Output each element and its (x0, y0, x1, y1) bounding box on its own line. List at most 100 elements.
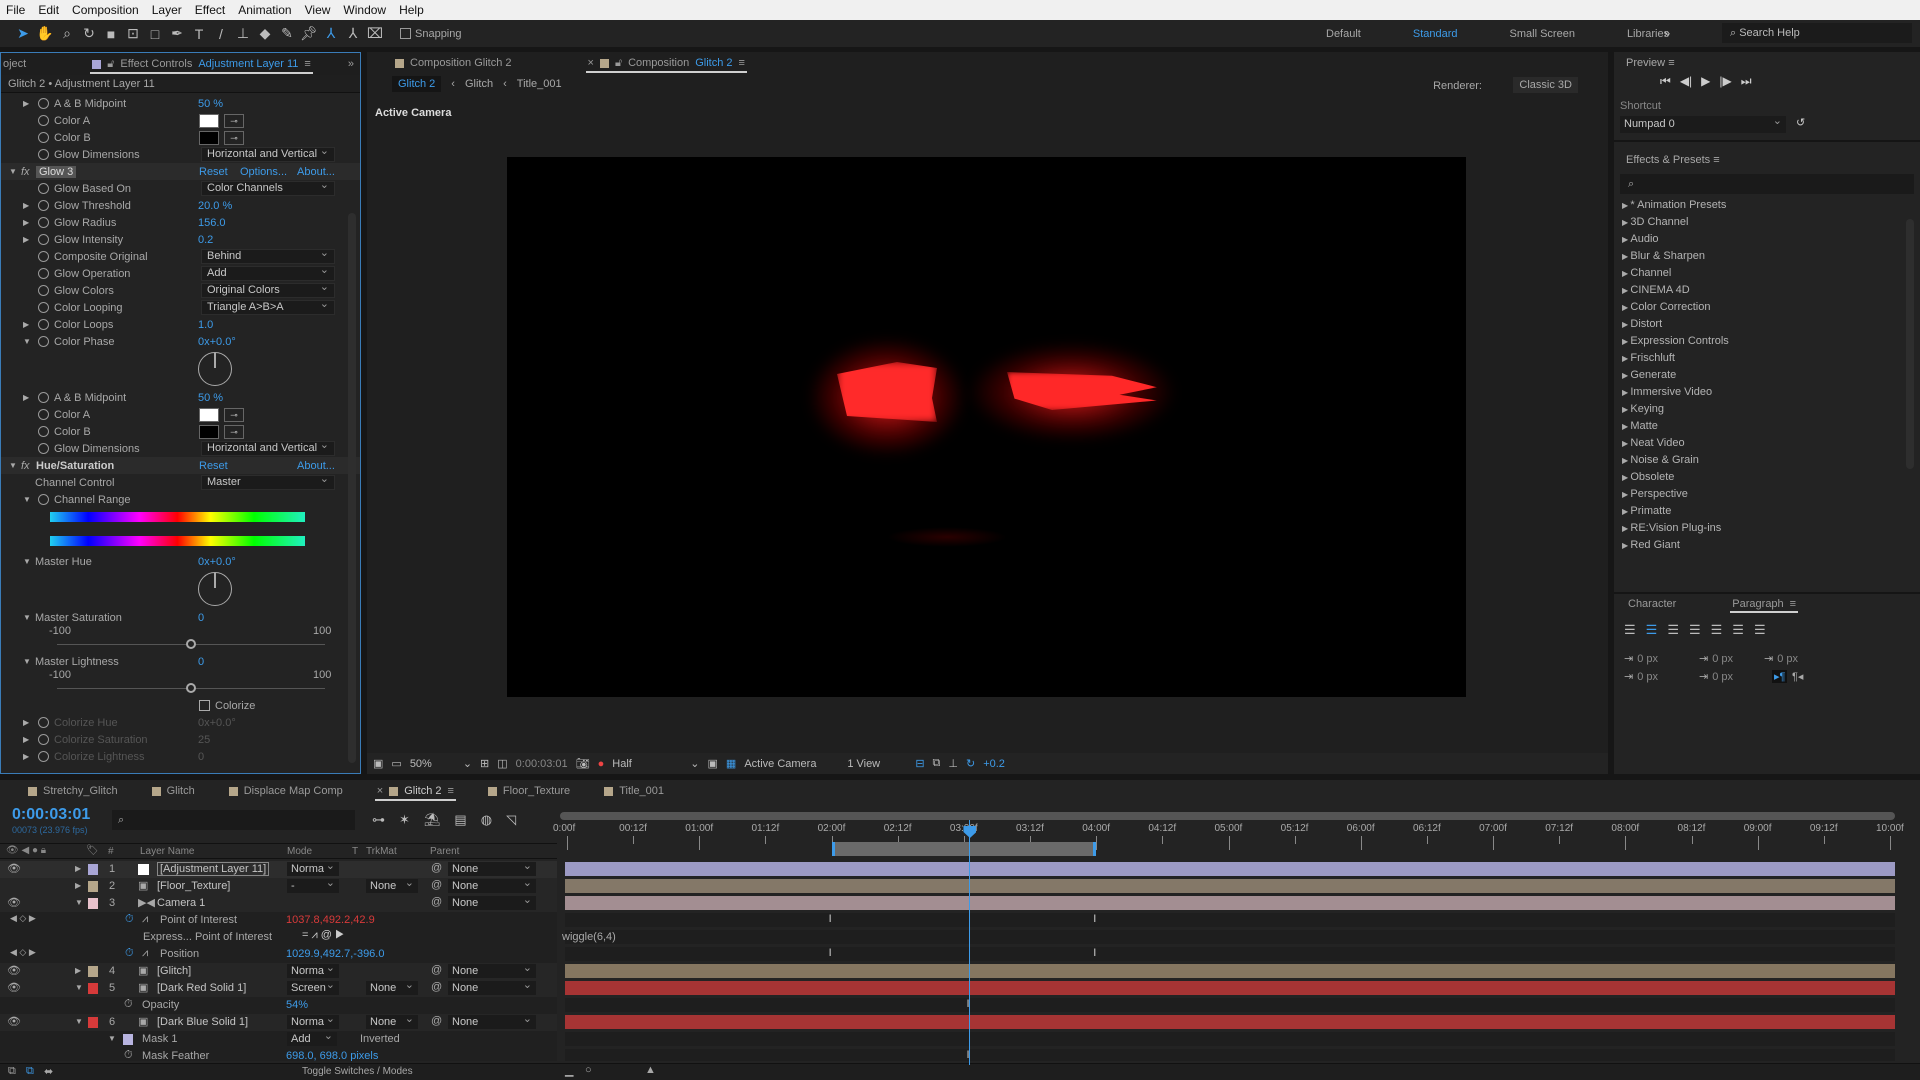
justify-last-right-icon[interactable]: ☰ (1732, 622, 1744, 638)
label-color[interactable] (88, 898, 98, 909)
effect-row-glow-dimensions[interactable]: Glow Dimensions Horizontal and Vertical (1, 145, 360, 163)
label-color[interactable] (88, 864, 98, 875)
stopwatch-icon[interactable] (38, 183, 49, 194)
stopwatch-icon[interactable] (38, 319, 49, 330)
effect-row-glow-intensity[interactable]: ▶ Glow Intensity 0.2 (1, 231, 360, 248)
effect-row-glow-operation[interactable]: Glow Operation Add (1, 264, 360, 282)
value-slider[interactable]: -100 100 (1, 669, 360, 697)
property-value[interactable]: 20.0 % (198, 200, 232, 212)
menu-edit[interactable]: Edit (38, 3, 59, 17)
expand-triangle[interactable]: ▶ (23, 201, 29, 210)
effect-row-color-a[interactable]: Color A ⊸ (1, 112, 360, 129)
zoom-tool-icon[interactable]: ⌕ (56, 23, 78, 45)
tab-character[interactable]: Character (1620, 594, 1684, 614)
color-channels-icon[interactable]: ● (598, 758, 605, 770)
angle-dial[interactable] (1, 570, 360, 609)
reset-link[interactable]: Reset (199, 460, 228, 472)
in-out-icon[interactable]: ⬌ (44, 1065, 53, 1078)
selection-tool-icon[interactable]: ➤ (12, 23, 34, 45)
panel-menu-icon[interactable]: ≡ (739, 57, 745, 69)
effect-category[interactable]: Audio (1614, 231, 1920, 248)
menu-layer[interactable]: Layer (152, 3, 182, 17)
last-frame-icon[interactable]: ⏭ (1741, 74, 1752, 96)
stopwatch-icon[interactable] (38, 149, 49, 160)
effect-row-a-b-midpoint[interactable]: ▶ A & B Midpoint 50 % (1, 389, 360, 406)
stopwatch-icon[interactable] (38, 734, 49, 745)
property-value[interactable]: 156.0 (198, 217, 226, 229)
parent-pickwhip-icon[interactable]: @ (431, 1015, 442, 1027)
effect-row-color-loops[interactable]: ▶ Color Loops 1.0 (1, 316, 360, 333)
angle-dial[interactable] (1, 350, 360, 389)
timeline-icon[interactable]: ⊥ (948, 757, 958, 770)
indent-field[interactable]: ⇥ 0 px (1764, 652, 1798, 665)
effect-row-master-hue[interactable]: ▼ Master Hue 0x+0.0° (1, 553, 360, 570)
property-row[interactable]: ▼ Mask 1 Add Inverted (0, 1029, 557, 1048)
expand-triangle[interactable]: ▶ (75, 966, 81, 975)
puppet-tool-icon[interactable]: 📌︎ (298, 23, 320, 45)
effect-category[interactable]: Perspective (1614, 486, 1920, 503)
workspace-default[interactable]: Default (1300, 28, 1387, 40)
property-value[interactable]: 1.0 (198, 319, 213, 331)
effect-row-colorize-lightness[interactable]: ▶ Colorize Lightness 0 (1, 748, 360, 765)
property-value[interactable]: 50 % (198, 98, 223, 110)
fast-previews-icon[interactable]: ⊟ (915, 757, 924, 770)
scrollbar[interactable] (348, 213, 356, 763)
effect-category[interactable]: Keying (1614, 401, 1920, 418)
stopwatch-icon[interactable] (38, 200, 49, 211)
property-dropdown[interactable]: Original Colors (201, 281, 335, 298)
breadcrumb-title-001[interactable]: Title_001 (517, 78, 562, 90)
property-dropdown[interactable]: Horizontal and Vertical (201, 439, 335, 456)
expand-triangle[interactable]: ▶ (23, 752, 29, 761)
flowchart-icon[interactable]: ⧉ (933, 757, 941, 770)
effect-row-master-lightness[interactable]: ▼ Master Lightness 0 (1, 653, 360, 670)
monitor-icon[interactable]: ▭ (391, 757, 401, 770)
parent-dropdown[interactable]: None (448, 893, 536, 910)
local-axis-icon[interactable]: ⅄ (320, 23, 342, 45)
parent-pickwhip-icon[interactable]: @ (431, 879, 442, 891)
property-value[interactable]: 0 (198, 656, 204, 668)
color-swatch[interactable] (199, 113, 219, 128)
play-icon[interactable]: ▶ (1701, 74, 1710, 96)
blend-mode-dropdown[interactable]: Norma (287, 1012, 339, 1029)
track-matte-dropdown[interactable]: None (366, 978, 418, 995)
layer-switches-icon[interactable]: ⧉ (8, 1065, 16, 1078)
tab-project[interactable]: oject (1, 53, 34, 75)
snapshot-icon[interactable]: 📷︎ (576, 757, 590, 770)
effect-category[interactable]: * Animation Presets (1614, 197, 1920, 214)
expand-triangle[interactable]: ▶ (75, 864, 81, 873)
effect-category[interactable]: Channel (1614, 265, 1920, 282)
effect-category[interactable]: Noise & Grain (1614, 452, 1920, 469)
effect-row-colorize-saturation[interactable]: ▶ Colorize Saturation 25 (1, 731, 360, 748)
property-value[interactable]: 698.0, 698.0 pixels (286, 1050, 378, 1061)
timeline-tab-glitch-2[interactable]: × Glitch 2 ≡ (369, 780, 462, 802)
stopwatch-icon[interactable] (38, 302, 49, 313)
rectangle-tool-icon[interactable]: □ (144, 23, 166, 45)
layer-name[interactable]: [Adjustment Layer 11] (157, 862, 270, 876)
expand-triangle[interactable]: ▶ (23, 735, 29, 744)
timecode[interactable]: 0:00:03:01 (12, 806, 90, 824)
rotate-tool-icon[interactable]: ↻ (78, 23, 100, 45)
expand-triangle[interactable]: ▶ (75, 881, 81, 890)
stopwatch-icon[interactable]: ⏱ (125, 947, 134, 960)
property-value[interactable]: 54% (286, 999, 308, 1011)
visibility-eye-icon[interactable]: 👁︎ (7, 964, 21, 977)
property-value[interactable]: 1037.8,492.2,42.9 (286, 914, 375, 926)
parent-pickwhip-icon[interactable]: @ (431, 896, 442, 908)
fx-icon[interactable]: fx (21, 460, 30, 472)
effect-row-glow-colors[interactable]: Glow Colors Original Colors (1, 281, 360, 299)
breadcrumb-glitch[interactable]: Glitch (465, 78, 493, 90)
fx-icon[interactable]: fx (21, 166, 30, 178)
layer-name[interactable]: [Glitch] (157, 965, 191, 977)
menu-effect[interactable]: Effect (195, 3, 225, 17)
eraser-tool-icon[interactable]: ◆ (254, 23, 276, 45)
layer-row[interactable]: ▶ 2 ▣ [Floor_Texture] - None @ None (0, 876, 557, 895)
tab-effect-controls[interactable]: 🔓︎ Effect Controls Adjustment Layer 11 ≡ (84, 53, 319, 75)
expand-triangle[interactable]: ▶ (23, 320, 29, 329)
zoom-slider[interactable]: ○ (585, 1064, 592, 1076)
time-ruler[interactable]: 0:00f00:12f01:00f01:12f02:00f02:12f03:00… (553, 810, 1920, 860)
keyframe[interactable]: I (1093, 913, 1096, 925)
effect-row-glow-3[interactable]: ▼ fx Glow 3 Reset Options... About... (1, 163, 360, 180)
stopwatch-icon[interactable] (38, 392, 49, 403)
effect-category[interactable]: Immersive Video (1614, 384, 1920, 401)
indent-field[interactable]: ⇥ 0 px (1624, 670, 1658, 683)
